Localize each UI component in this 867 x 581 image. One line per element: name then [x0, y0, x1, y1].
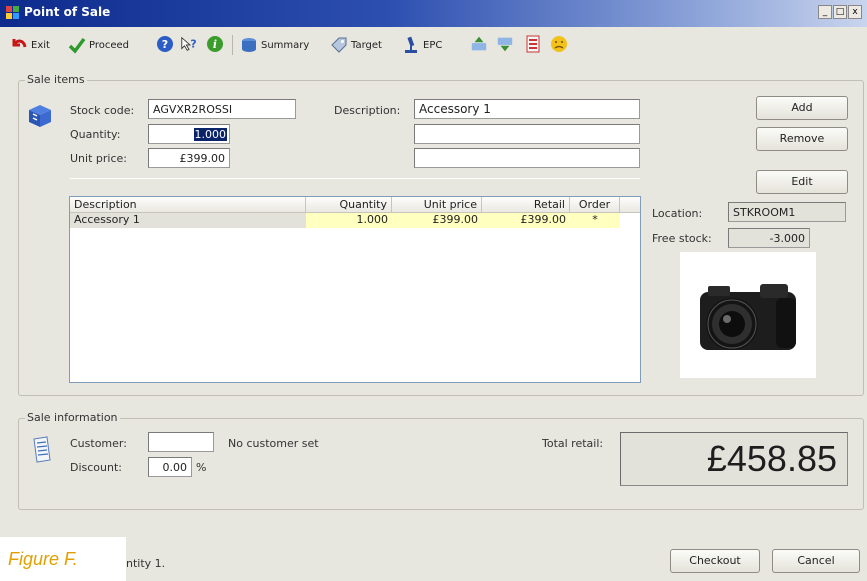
microscope-icon [402, 36, 420, 54]
column-header-order[interactable]: Order [570, 197, 620, 213]
target-label: Target [351, 39, 382, 51]
cell-retail: £399.00 [482, 213, 570, 228]
receipt-icon [31, 436, 53, 467]
location-label: Location: [652, 207, 703, 220]
minimize-button[interactable]: _ [818, 5, 832, 19]
discount-input[interactable]: 0.00 [148, 457, 192, 477]
sale-items-table: Description Quantity Unit price Retail O… [69, 196, 641, 383]
summary-button[interactable]: Summary [240, 35, 309, 55]
remove-button[interactable]: Remove [756, 127, 848, 151]
separator [70, 178, 640, 179]
column-header-description[interactable]: Description [70, 197, 306, 213]
toolbar: Exit Proceed ? ? i Summary Target EPC [0, 27, 867, 61]
customer-label: Customer: [70, 437, 127, 450]
summary-label: Summary [261, 39, 310, 51]
total-retail-label: Total retail: [542, 437, 604, 450]
description-line-1-input[interactable]: Accessory 1 [414, 99, 640, 119]
svg-text:?: ? [162, 38, 168, 51]
free-stock-label: Free stock: [652, 232, 712, 245]
epc-button[interactable]: EPC [402, 35, 442, 55]
unit-price-label: Unit price: [70, 152, 127, 165]
close-button[interactable]: x [848, 5, 862, 19]
undo-arrow-icon [10, 36, 28, 54]
window-title: Point of Sale [24, 5, 111, 19]
location-field: STKROOM1 [728, 202, 846, 222]
camera-image [700, 284, 796, 350]
download-icon[interactable] [496, 35, 514, 53]
add-button[interactable]: Add [756, 96, 848, 120]
quantity-input[interactable]: 1.000 [148, 124, 230, 144]
discount-unit: % [196, 461, 207, 474]
sad-face-icon[interactable] [550, 35, 568, 53]
quantity-selected-text: 1.000 [193, 128, 227, 141]
whats-this-help-icon[interactable]: ? [180, 35, 198, 53]
title-bar: Point of Sale _ □ x [0, 0, 867, 27]
description-line-3-input[interactable] [414, 148, 640, 168]
svg-text:?: ? [190, 38, 196, 51]
exit-label: Exit [31, 39, 50, 51]
upload-icon[interactable] [470, 35, 488, 53]
cell-unit-price: £399.00 [392, 213, 482, 228]
proceed-button[interactable]: Proceed [68, 35, 129, 55]
description-label: Description: [334, 104, 401, 117]
cancel-button[interactable]: Cancel [772, 549, 860, 573]
target-button[interactable]: Target [330, 35, 382, 55]
edit-button[interactable]: Edit [756, 170, 848, 194]
column-header-quantity[interactable]: Quantity [306, 197, 392, 213]
cube-icon [27, 103, 53, 132]
status-text: ntity 1. [126, 557, 166, 570]
product-image [680, 252, 816, 378]
checkout-button[interactable]: Checkout [670, 549, 760, 573]
column-header-retail[interactable]: Retail [482, 197, 570, 213]
exit-button[interactable]: Exit [10, 35, 50, 55]
unit-price-input[interactable]: £399.00 [148, 148, 230, 168]
database-icon [240, 36, 258, 54]
cell-description: Accessory 1 [70, 213, 306, 228]
table-row[interactable]: Accessory 1 1.000 £399.00 £399.00 * [70, 213, 620, 228]
sale-items-group-label: Sale items [25, 73, 87, 86]
total-retail-display: £458.85 [620, 432, 848, 486]
stock-code-input[interactable]: AGVXR2ROSSI [148, 99, 296, 119]
sale-information-group-label: Sale information [25, 411, 120, 424]
column-header-unit-price[interactable]: Unit price [392, 197, 482, 213]
figure-caption: Figure F. [0, 537, 126, 581]
free-stock-field: -3.000 [728, 228, 810, 248]
epc-label: EPC [423, 39, 443, 51]
checkmark-icon [68, 36, 86, 54]
svg-text:i: i [213, 38, 217, 51]
description-line-2-input[interactable] [414, 124, 640, 144]
proceed-label: Proceed [89, 39, 130, 51]
document-icon[interactable] [524, 35, 542, 53]
stock-code-label: Stock code: [70, 104, 135, 117]
cell-quantity: 1.000 [306, 213, 392, 228]
app-icon [6, 6, 20, 20]
table-header: Description Quantity Unit price Retail O… [70, 197, 640, 213]
help-icon[interactable]: ? [156, 35, 174, 53]
discount-label: Discount: [70, 461, 122, 474]
tag-icon [330, 36, 348, 54]
customer-status: No customer set [228, 437, 319, 450]
customer-input[interactable] [148, 432, 214, 452]
info-icon[interactable]: i [206, 35, 224, 53]
cell-order: * [570, 213, 620, 228]
quantity-label: Quantity: [70, 128, 121, 141]
maximize-button[interactable]: □ [833, 5, 847, 19]
